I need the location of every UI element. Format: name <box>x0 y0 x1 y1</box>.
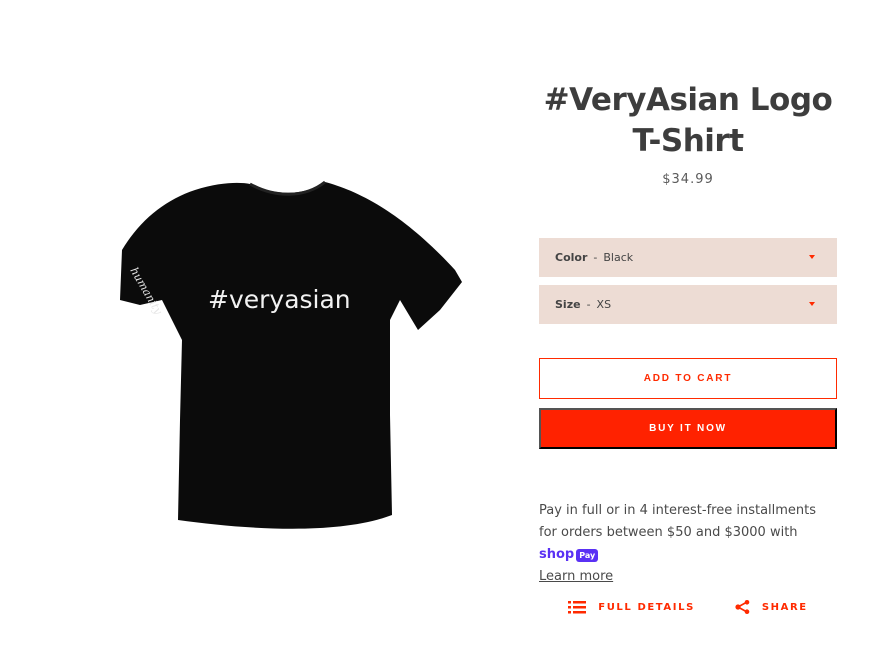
full-details-label: FULL DETAILS <box>598 601 695 613</box>
shop-pay-brand: shop <box>539 547 575 562</box>
product-actions: FULL DETAILS SHARE <box>539 600 837 614</box>
installments-message: Pay in full or in 4 interest-free instal… <box>539 500 837 588</box>
tshirt-image: #veryasian humanity <box>120 180 462 529</box>
color-label: Color <box>555 251 588 264</box>
list-icon <box>568 600 587 613</box>
installments-text: Pay in full or in 4 interest-free instal… <box>539 503 817 540</box>
add-to-cart-button[interactable]: ADD TO CART <box>539 358 837 399</box>
share-link[interactable]: SHARE <box>735 600 808 614</box>
size-select[interactable]: Size - XS <box>539 285 837 324</box>
shirt-print-text: #veryasian <box>208 285 351 314</box>
shop-pay-badge: Pay <box>576 548 599 562</box>
chevron-down-icon <box>809 255 815 259</box>
chevron-down-icon <box>809 302 815 306</box>
option-separator: - <box>593 251 598 264</box>
buy-now-button[interactable]: BUY IT NOW <box>539 408 837 449</box>
product-info: #VeryAsian Logo T-Shirt $34.99 Color - B… <box>539 80 837 614</box>
product-title: #VeryAsian Logo T-Shirt <box>543 82 833 159</box>
color-value: Black <box>603 251 634 264</box>
learn-more-link[interactable]: Learn more <box>539 569 613 584</box>
size-label: Size <box>555 298 581 311</box>
product-image[interactable]: #veryasian humanity <box>100 170 470 540</box>
option-separator: - <box>586 298 591 311</box>
share-icon <box>735 600 750 614</box>
full-details-link[interactable]: FULL DETAILS <box>568 600 695 614</box>
shop-pay-logo: shop Pay <box>539 544 599 566</box>
color-select[interactable]: Color - Black <box>539 238 837 277</box>
share-label: SHARE <box>761 601 808 613</box>
product-price: $34.99 <box>662 172 714 187</box>
size-value: XS <box>596 298 612 311</box>
